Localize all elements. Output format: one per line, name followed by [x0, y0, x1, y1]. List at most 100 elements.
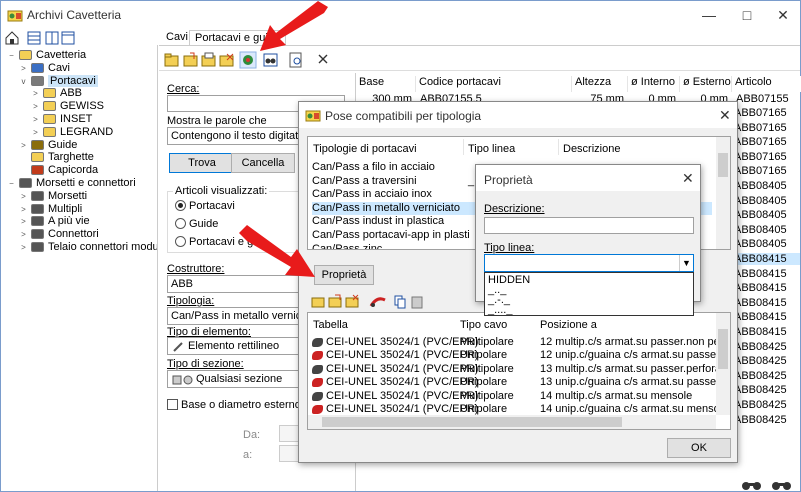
- grid-header[interactable]: Altezza: [572, 76, 628, 92]
- radio-portacavi[interactable]: [175, 200, 186, 211]
- grid-cell-articolo[interactable]: ABB07165: [732, 151, 800, 163]
- grid-header[interactable]: Codice portacavi: [416, 76, 572, 92]
- tabella-posizione: 12 multip.c/s armat.su passer.non perfor…: [540, 336, 716, 348]
- grid-cell-articolo[interactable]: ABB08415: [732, 311, 800, 323]
- layout-cols-icon[interactable]: [45, 31, 59, 45]
- chevron-down-icon[interactable]: ▼: [679, 255, 693, 271]
- binoculars-icon[interactable]: [741, 479, 763, 491]
- minimize-button[interactable]: —: [694, 5, 724, 25]
- tree-item-label: Guide: [48, 138, 78, 151]
- tree-node-icon: [43, 88, 56, 99]
- tree-expander-icon[interactable]: >: [19, 243, 28, 252]
- grid-cell-articolo[interactable]: ABB07165: [732, 165, 800, 177]
- close-button[interactable]: ✕: [768, 5, 798, 25]
- tabella-row[interactable]: CEI-UNEL 35024/1 (PVC/EPR) Multipolare 13 …: [312, 363, 716, 376]
- tabella-row[interactable]: CEI-UNEL 35024/1 (PVC/EPR) Unipolare 14 un…: [312, 403, 716, 416]
- grid-cell-articolo[interactable]: ABB08405: [732, 224, 800, 236]
- binoculars-next-icon[interactable]: [771, 479, 793, 491]
- grid-cell-articolo[interactable]: ABB08405: [732, 209, 800, 221]
- maximize-button[interactable]: □: [732, 5, 762, 25]
- grid-cell-articolo[interactable]: ABB08415: [732, 282, 800, 294]
- grid-cell-articolo[interactable]: ABB08425: [732, 355, 800, 367]
- tree-expander-icon[interactable]: −: [7, 179, 16, 188]
- tabelle-hscrollbar[interactable]: [308, 415, 716, 429]
- grid-cell-articolo[interactable]: ABB07165: [732, 136, 800, 148]
- tabella-row[interactable]: CEI-UNEL 35024/1 (PVC/EPR) Multipolare 14 …: [312, 390, 716, 403]
- radio-portacavi-guide[interactable]: [175, 236, 186, 247]
- descrizione-input[interactable]: [484, 217, 694, 234]
- tipo-linea-option[interactable]: _...._: [488, 305, 512, 316]
- new-folder-icon[interactable]: [164, 53, 179, 67]
- grid-header[interactable]: Articolo: [732, 76, 801, 92]
- proprieta-dialog-close[interactable]: ✕: [682, 170, 694, 187]
- tree-expander-icon[interactable]: >: [19, 230, 28, 239]
- tree-expander-icon[interactable]: [19, 166, 28, 175]
- layout-rows-icon[interactable]: [27, 31, 41, 45]
- grid-cell-articolo[interactable]: ABB08425: [732, 341, 800, 353]
- grid-header[interactable]: Base: [356, 76, 416, 92]
- cancella-button[interactable]: Cancella: [231, 153, 295, 173]
- grid-cell-articolo[interactable]: ABB08405: [732, 195, 800, 207]
- home-icon[interactable]: [5, 31, 19, 45]
- grid-cell-articolo[interactable]: ABB08415: [732, 253, 800, 265]
- tabella-row[interactable]: CEI-UNEL 35024/1 (PVC/EPR) Unipolare 12 un…: [312, 349, 716, 362]
- edit-folder-icon[interactable]: [328, 294, 342, 308]
- delete-item-icon[interactable]: [219, 53, 234, 67]
- grid-cell-articolo[interactable]: ABB08405: [732, 238, 800, 250]
- grid-cell-articolo[interactable]: ABB07165: [732, 107, 800, 119]
- tipologie-scrollbar[interactable]: [716, 137, 730, 249]
- tree-expander-icon[interactable]: >: [31, 115, 40, 124]
- new-item-icon[interactable]: [183, 52, 198, 67]
- cable-icon: [312, 338, 323, 347]
- tree-expander-icon[interactable]: >: [31, 128, 40, 137]
- grid-cell-articolo[interactable]: ABB08415: [732, 297, 800, 309]
- tabella-row[interactable]: CEI-UNEL 35024/1 (PVC/EPR) Unipolare 13 un…: [312, 376, 716, 389]
- tree-expander-icon[interactable]: >: [19, 205, 28, 214]
- tree-expander-icon[interactable]: −: [7, 51, 16, 60]
- radio-guide[interactable]: [175, 218, 186, 229]
- tree-item-label: Targhette: [48, 151, 94, 164]
- grid-cell-articolo[interactable]: ABB08405: [732, 180, 800, 192]
- tree-item-label: Cavetteria: [36, 49, 87, 61]
- grid-cell-articolo[interactable]: ABB08415: [732, 326, 800, 338]
- tree-node-icon: [31, 216, 44, 227]
- base-checkbox[interactable]: [167, 399, 178, 410]
- tree-node-icon: [31, 139, 44, 150]
- grid-cell[interactable]: ABB07155: [736, 93, 798, 105]
- grid-cell-articolo[interactable]: ABB08425: [732, 384, 800, 396]
- remove-folder-icon[interactable]: [345, 294, 359, 308]
- grid-header[interactable]: ø Esterno: [680, 76, 732, 92]
- tree-expander-icon[interactable]: >: [19, 64, 28, 73]
- tree-expander-icon[interactable]: >: [19, 192, 28, 201]
- trova-button[interactable]: Trova: [169, 153, 235, 173]
- copy-icon[interactable]: [394, 295, 406, 309]
- grid-header[interactable]: ø Interno: [628, 76, 680, 92]
- pose-dialog-close[interactable]: ✕: [719, 107, 731, 124]
- tree-expander-icon[interactable]: >: [19, 217, 28, 226]
- tree-expander-icon[interactable]: >: [19, 141, 28, 150]
- radio-guide-label: Guide: [189, 218, 219, 230]
- tree-expander-icon[interactable]: >: [31, 102, 40, 111]
- tabella-row[interactable]: CEI-UNEL 35024/1 (PVC/EPR) Multipolare 12 …: [312, 336, 716, 349]
- copy-item-icon[interactable]: [201, 52, 216, 67]
- pose-dialog-icon: [305, 110, 321, 122]
- tipologia-name: Can/Pass portacavi-app in plasti: [312, 229, 470, 241]
- tabelle-list: Tabella Tipo cavo Posizione a CEI-UNEL 3…: [307, 312, 731, 430]
- grid-cell-articolo[interactable]: ABB07165: [732, 122, 800, 134]
- tree-expander-icon[interactable]: >: [31, 89, 40, 98]
- grid-cell-articolo[interactable]: ABB08425: [732, 414, 800, 426]
- add-folder-icon[interactable]: [311, 297, 325, 308]
- tree-expander-icon[interactable]: v: [19, 77, 28, 86]
- ok-button[interactable]: OK: [667, 438, 731, 458]
- tree-expander-icon[interactable]: [19, 153, 28, 162]
- grid-cell-articolo[interactable]: ABB08425: [732, 370, 800, 382]
- window-title: Archivi Cavetteria: [27, 8, 122, 22]
- cable-red-icon[interactable]: [369, 297, 386, 307]
- paste-icon[interactable]: [411, 296, 423, 309]
- layout-single-icon[interactable]: [61, 31, 75, 45]
- grid-cell-articolo[interactable]: ABB08425: [732, 399, 800, 411]
- grid-cell-articolo[interactable]: ABB08415: [732, 268, 800, 280]
- tipo-linea-select[interactable]: ▼: [484, 254, 694, 272]
- tree-item-label: Telaio connettori modulari: [48, 241, 158, 253]
- tabelle-vscrollbar[interactable]: [716, 313, 730, 415]
